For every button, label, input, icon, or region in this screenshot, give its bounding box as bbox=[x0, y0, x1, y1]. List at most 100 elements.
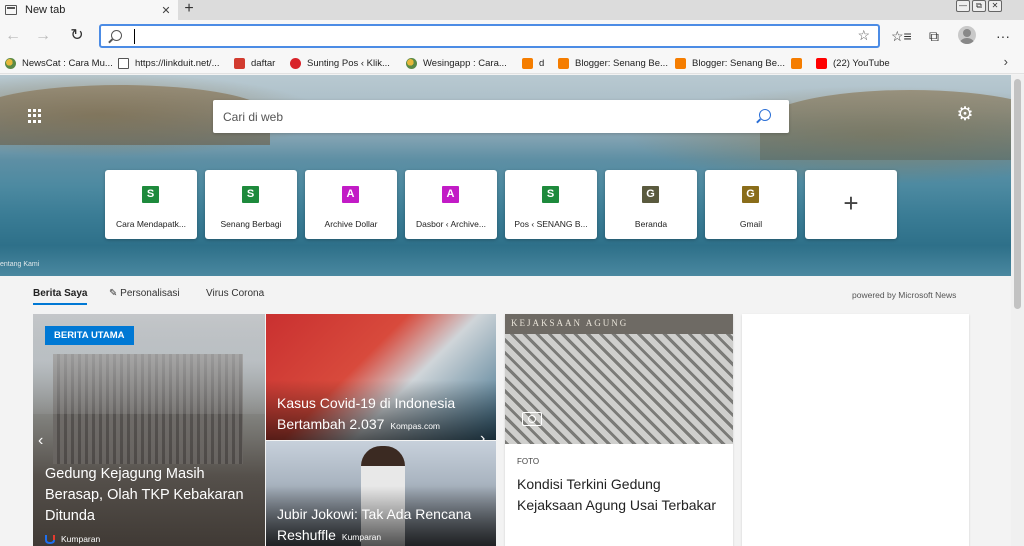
gear-icon[interactable]: ⚙ bbox=[956, 105, 974, 124]
bookmark-item[interactable]: d bbox=[522, 55, 544, 71]
text-caret bbox=[134, 29, 135, 44]
featured-headline[interactable]: Gedung Kejagung Masih Berasap, Olah TKP … bbox=[45, 464, 255, 527]
tile-letter-icon: S bbox=[142, 186, 159, 203]
quick-link-tile[interactable]: S Cara Mendapatk... bbox=[105, 170, 197, 239]
carousel-next-icon[interactable]: › bbox=[480, 430, 485, 440]
app-launcher-icon[interactable] bbox=[28, 109, 42, 123]
bookmark-item[interactable]: NewsCat : Cara Mu... bbox=[5, 55, 113, 71]
tab-new-tab[interactable]: New tab ✕ bbox=[0, 0, 178, 20]
forward-button[interactable]: → bbox=[33, 26, 53, 46]
featured-news-card[interactable]: BERITA UTAMA ‹ Gedung Kejagung Masih Ber… bbox=[33, 314, 265, 546]
tile-letter-icon: G bbox=[642, 186, 659, 203]
toolbar: ← → ↻ ☆ ☆≡ ⧉ ··· bbox=[0, 20, 1024, 52]
tab-virus-corona[interactable]: Virus Corona bbox=[206, 288, 264, 299]
quick-link-tile[interactable]: G Beranda bbox=[605, 170, 697, 239]
favorite-star-icon[interactable]: ☆ bbox=[857, 27, 870, 44]
tile-letter-icon: A bbox=[442, 186, 459, 203]
camera-icon bbox=[522, 412, 542, 426]
quick-link-tile[interactable]: G Gmail bbox=[705, 170, 797, 239]
top-story-badge: BERITA UTAMA bbox=[45, 326, 134, 345]
search-icon[interactable] bbox=[759, 109, 771, 121]
bookmark-item[interactable]: https://linkduit.net/... bbox=[118, 55, 220, 71]
search-placeholder: Cari di web bbox=[223, 110, 284, 124]
close-window-button[interactable]: ✕ bbox=[988, 0, 1002, 12]
blogger-icon bbox=[791, 57, 802, 69]
news-card[interactable]: Jubir Jokowi: Tak Ada Rencana Reshuffle K… bbox=[266, 441, 496, 546]
tile-label: Dasbor ‹ Archive... bbox=[416, 219, 486, 229]
news-card[interactable]: Kasus Covid-19 di Indonesia Bertambah 2.… bbox=[266, 314, 496, 440]
building-sign: KEJAKSAAN AGUNG bbox=[505, 314, 733, 334]
empty-news-card bbox=[742, 314, 969, 546]
restore-button[interactable]: ⧉ bbox=[972, 0, 986, 12]
tile-label: Archive Dollar bbox=[324, 219, 378, 229]
quick-link-tile[interactable]: S Senang Berbagi bbox=[205, 170, 297, 239]
news-headline[interactable]: Jubir Jokowi: Tak Ada Rencana Reshuffle K… bbox=[277, 504, 486, 546]
bookmark-item[interactable] bbox=[791, 55, 808, 71]
tile-letter-icon: A bbox=[342, 186, 359, 203]
tab-strip: New tab ✕ + — ⧉ ✕ bbox=[0, 0, 1024, 20]
news-source: Kompas.com bbox=[390, 421, 441, 431]
profile-avatar[interactable] bbox=[958, 26, 976, 44]
tile-letter-icon: S bbox=[542, 186, 559, 203]
tab-personalisasi[interactable]: ✎ Personalisasi bbox=[109, 288, 180, 299]
search-icon bbox=[111, 30, 122, 41]
bookmarks-bar: NewsCat : Cara Mu... https://linkduit.ne… bbox=[0, 52, 1024, 74]
globe-icon bbox=[406, 57, 417, 69]
tile-label: Senang Berbagi bbox=[220, 219, 282, 229]
more-menu-button[interactable]: ··· bbox=[994, 28, 1012, 46]
blogger-icon bbox=[558, 57, 569, 69]
plus-icon: + bbox=[843, 188, 859, 218]
bookmark-item[interactable]: Sunting Pos ‹ Klik... bbox=[290, 55, 390, 71]
red-icon bbox=[290, 57, 301, 69]
bookmark-item[interactable]: daftar bbox=[234, 55, 275, 71]
bookmark-item[interactable]: Blogger: Senang Be... bbox=[675, 55, 785, 71]
tile-label: Pos ‹ SENANG B... bbox=[514, 219, 588, 229]
pdf-icon bbox=[234, 57, 245, 69]
tab-berita-saya[interactable]: Berita Saya bbox=[33, 288, 88, 305]
refresh-button[interactable]: ↻ bbox=[67, 26, 87, 46]
address-bar[interactable]: ☆ bbox=[99, 24, 880, 48]
bookmark-item[interactable]: (22) YouTube bbox=[816, 55, 890, 71]
tab-title: New tab bbox=[25, 4, 66, 16]
news-headline[interactable]: Kasus Covid-19 di Indonesia Bertambah 2.… bbox=[277, 393, 486, 437]
web-search-box[interactable]: Cari di web bbox=[213, 100, 789, 133]
tile-label: Cara Mendapatk... bbox=[116, 219, 186, 229]
add-tile-button[interactable]: + bbox=[805, 170, 897, 239]
tile-label: Beranda bbox=[634, 219, 668, 229]
quick-link-tile[interactable]: S Pos ‹ SENANG B... bbox=[505, 170, 597, 239]
bookmark-item[interactable]: Wesingapp : Cara... bbox=[406, 55, 507, 71]
tile-letter-icon: S bbox=[242, 186, 259, 203]
carousel-prev-icon[interactable]: ‹ bbox=[38, 432, 43, 450]
image-credit[interactable]: entang Kami bbox=[0, 261, 39, 268]
new-tab-button[interactable]: + bbox=[180, 0, 198, 20]
photo-news-card[interactable]: KEJAKSAAN AGUNG FOTO Kondisi Terkini Ged… bbox=[505, 314, 733, 546]
hill-right bbox=[760, 90, 1011, 160]
hero-background: Cari di web ⚙ S Cara Mendapatk... S Sena… bbox=[0, 75, 1011, 276]
tile-letter-icon: G bbox=[742, 186, 759, 203]
youtube-icon bbox=[816, 57, 827, 69]
scrollbar[interactable] bbox=[1011, 75, 1024, 546]
blogger-icon bbox=[675, 57, 686, 69]
powered-by: powered by Microsoft News bbox=[852, 290, 957, 300]
news-source: Kumparan bbox=[45, 534, 100, 544]
bookmark-item[interactable]: Blogger: Senang Be... bbox=[558, 55, 668, 71]
quick-link-tile[interactable]: A Archive Dollar bbox=[305, 170, 397, 239]
globe-icon bbox=[5, 57, 16, 69]
close-tab-button[interactable]: ✕ bbox=[158, 4, 174, 17]
new-tab-icon bbox=[5, 5, 17, 15]
collections-icon[interactable]: ⧉ bbox=[925, 28, 943, 46]
tile-label: Gmail bbox=[739, 219, 763, 229]
scrollbar-thumb[interactable] bbox=[1014, 79, 1021, 309]
blogger-icon bbox=[522, 57, 533, 69]
news-headline[interactable]: Kondisi Terkini Gedung Kejaksaan Agung U… bbox=[517, 474, 723, 516]
kumparan-logo-icon bbox=[45, 535, 55, 544]
doc-icon bbox=[118, 57, 129, 69]
photo-image: KEJAKSAAN AGUNG bbox=[505, 314, 733, 444]
news-kicker: FOTO bbox=[517, 457, 540, 466]
news-source: Kumparan bbox=[341, 532, 382, 542]
back-button[interactable]: ← bbox=[3, 26, 23, 46]
minimize-button[interactable]: — bbox=[956, 0, 970, 12]
quick-link-tile[interactable]: A Dasbor ‹ Archive... bbox=[405, 170, 497, 239]
chevron-right-icon[interactable]: › bbox=[1004, 54, 1008, 69]
favorites-icon[interactable]: ☆≡ bbox=[891, 28, 912, 46]
